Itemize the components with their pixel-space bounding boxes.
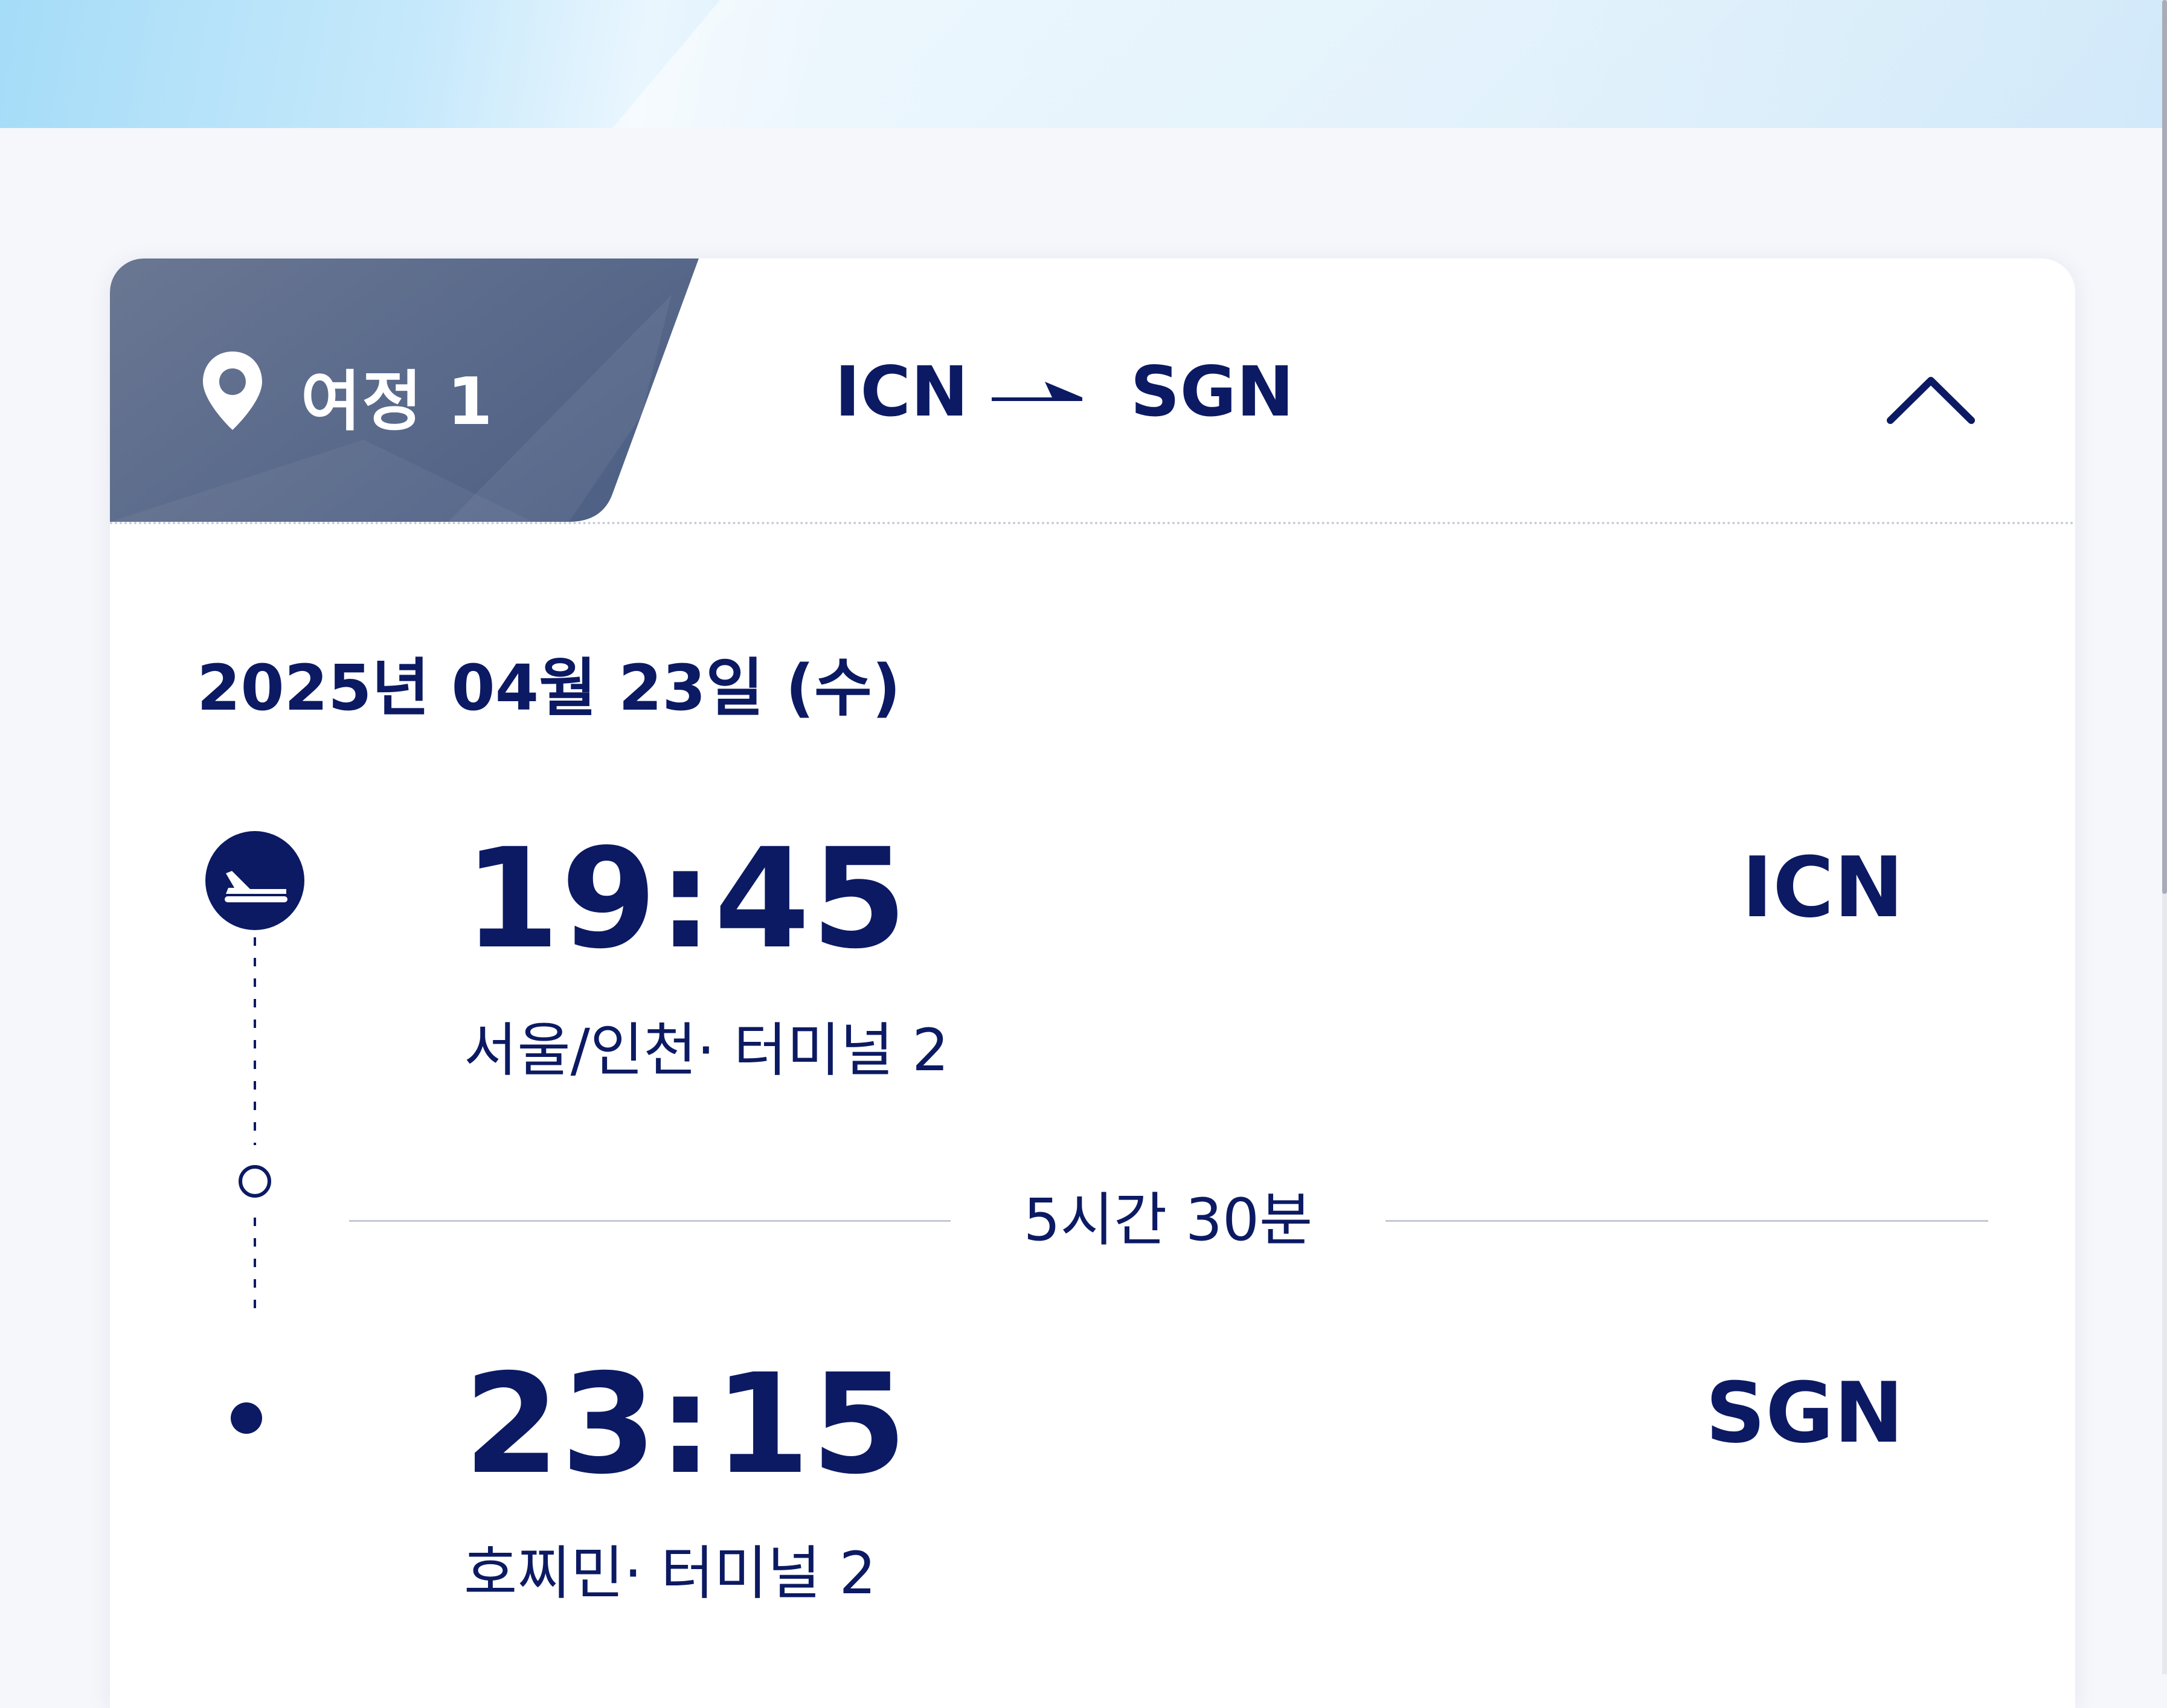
journey-tab: 여정 1	[110, 258, 702, 522]
arrival-city-terminal: 호찌민· 터미널 2	[464, 1539, 876, 1607]
departure-city-terminal: 서울/인천· 터미널 2	[464, 1016, 949, 1084]
journey-card: 여정 1 ICN SGN 2025년 04월 23일 (수) 19:45 ICN…	[110, 258, 2075, 1708]
duration-divider-left	[349, 1220, 951, 1222]
plane-arrow-icon	[991, 382, 1082, 401]
location-pin-icon	[203, 352, 262, 430]
route-origin: ICN	[835, 351, 969, 432]
banner-sheen	[598, 0, 2167, 128]
flight-date: 2025년 04월 23일 (수)	[197, 651, 901, 725]
route-destination: SGN	[1130, 351, 1294, 432]
flight-timeline	[205, 831, 304, 1314]
journey-label: 여정 1	[301, 364, 494, 440]
journey-card-header[interactable]: 여정 1 ICN SGN	[110, 258, 2075, 522]
arrival-airport-code: SGN	[1705, 1364, 1904, 1462]
header-divider	[110, 522, 2075, 524]
flight-duration: 5시간 30분	[1023, 1186, 1313, 1254]
departure-time: 19:45	[464, 818, 908, 979]
departure-airport-code: ICN	[1741, 839, 1904, 936]
arrival-time: 23:15	[464, 1344, 908, 1504]
route-title: ICN SGN	[835, 349, 1294, 434]
arrival-dot	[231, 1402, 262, 1434]
duration-divider-right	[1385, 1220, 1988, 1222]
scrollbar-thumb[interactable]	[2162, 0, 2167, 894]
chevron-up-icon[interactable]	[1880, 361, 1982, 434]
top-banner	[0, 0, 2167, 128]
takeoff-icon	[205, 831, 304, 930]
flight-duration-row: 5시간 30분	[349, 1178, 1988, 1262]
scrollbar-track[interactable]	[2162, 0, 2167, 1674]
